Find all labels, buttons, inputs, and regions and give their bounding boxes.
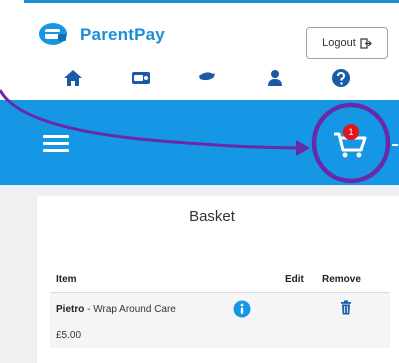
basket-item-price: £5.00 <box>56 330 82 341</box>
nav-icon-bar <box>0 67 399 91</box>
bar-edge-mark <box>392 144 398 146</box>
payment-icon[interactable] <box>130 67 152 89</box>
help-icon[interactable] <box>330 67 352 89</box>
basket-item-separator: - <box>84 304 94 315</box>
cart-count-badge: 1 <box>343 124 359 140</box>
basket-item-child: Pietro <box>56 304 85 315</box>
app-screen: ParentPay Logout 1 Basket Item Edit Remo… <box>0 0 399 363</box>
home-icon[interactable] <box>62 67 84 89</box>
table-row <box>50 293 390 348</box>
hamburger-menu-icon[interactable] <box>43 135 69 153</box>
brand-name: ParentPay <box>80 25 165 44</box>
info-icon[interactable] <box>233 300 251 318</box>
top-rule <box>24 0 399 3</box>
brand-logo-link[interactable]: ParentPay <box>38 22 165 48</box>
remove-trash-icon[interactable] <box>340 300 352 315</box>
profile-icon[interactable] <box>264 67 286 89</box>
basket-item-description: Pietro - Wrap Around Care <box>56 304 176 315</box>
parentpay-logo-icon <box>39 23 67 45</box>
column-header-remove: Remove <box>322 274 361 285</box>
basket-item-name: Wrap Around Care <box>93 304 176 315</box>
messages-icon[interactable] <box>196 67 218 89</box>
logout-icon <box>360 37 372 49</box>
logout-button[interactable]: Logout <box>306 27 388 59</box>
column-header-item: Item <box>56 274 77 285</box>
logout-label: Logout <box>322 37 356 49</box>
column-header-edit: Edit <box>285 274 304 285</box>
basket-title: Basket <box>189 208 235 225</box>
